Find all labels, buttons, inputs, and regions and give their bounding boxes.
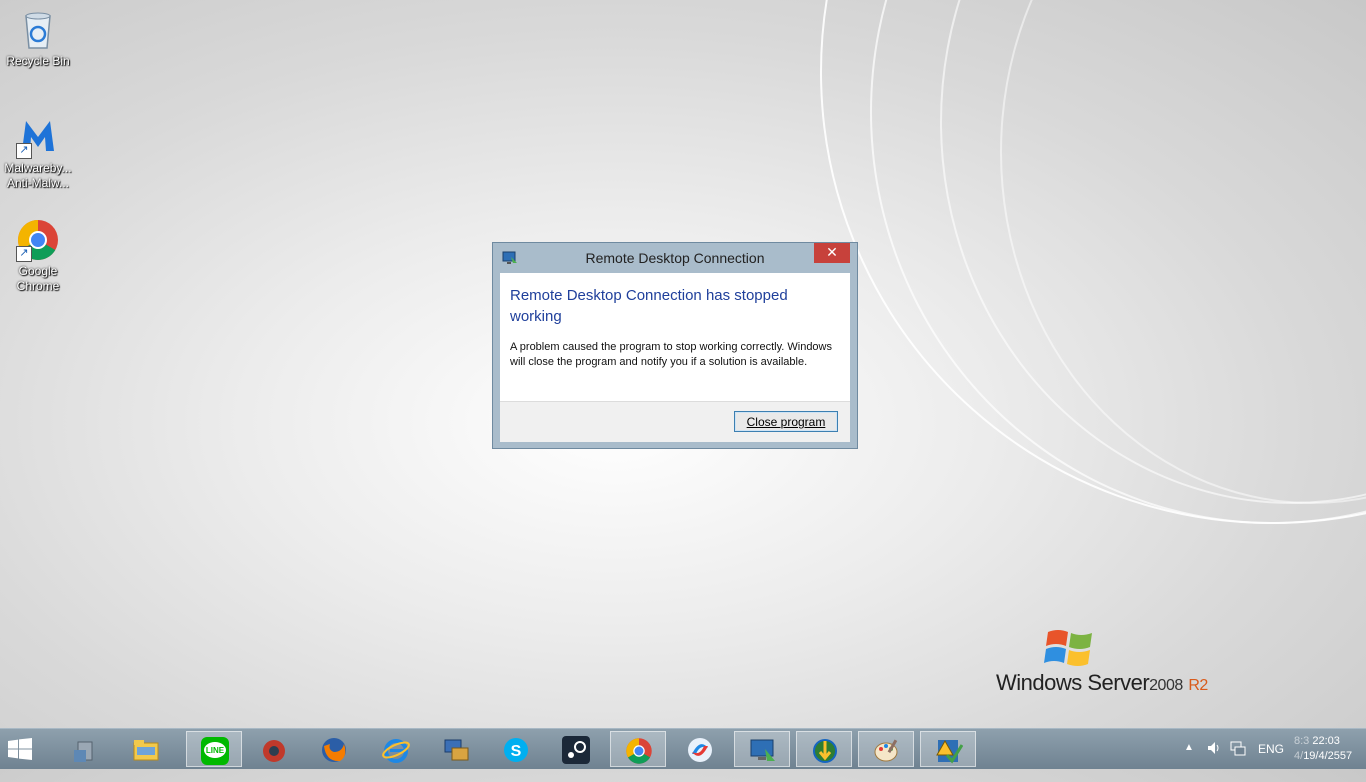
windows-server-branding: Windows Server2008 R2 [996,670,1208,696]
taskbar-paint[interactable] [858,731,914,767]
shortcut-arrow-icon: ↗ [16,143,32,159]
internet-explorer-icon [382,739,410,763]
skype-icon: S [504,738,528,762]
chrome-icon: ↗ [16,218,60,262]
taskbar-connection-app[interactable] [428,731,484,767]
paint-icon [874,739,898,762]
remote-desktop-icon [750,739,775,761]
start-button[interactable] [8,738,32,760]
taskbar-server-manager[interactable] [58,731,114,767]
desktop-icon-chrome[interactable]: ↗ Google Chrome [0,218,76,294]
swirl-app-icon [688,738,712,762]
clock[interactable]: 8:3 22:03 4/19/4/2557 [1294,734,1352,774]
desktop-icon-label: Recycle Bin [6,54,70,68]
taskbar: LINE S ▲ ENG 8:3 22:03 4/19/4/2557 [0,728,1366,769]
file-explorer-icon [133,740,159,761]
taskbar-swirl-app[interactable] [672,731,728,767]
taskbar-firefox[interactable] [306,731,362,767]
taskbar-chrome[interactable] [610,731,666,767]
desktop-icon-label: Malwareby... [4,161,72,175]
error-dialog: Remote Desktop Connection ✕ Remote Deskt… [492,242,858,449]
globe-download-icon [813,739,837,763]
taskbar-line[interactable]: LINE [186,731,242,767]
app-red-icon [263,740,285,762]
clock-time-partial: 8:3 [1294,735,1310,747]
server-manager-icon [74,741,93,762]
windows-flag-logo [1044,626,1096,670]
shortcut-arrow-icon: ↗ [16,246,32,262]
brand-version: 2008 [1149,677,1183,694]
taskbar-globe-download[interactable] [796,731,852,767]
desktop-icon-label: Google [18,264,58,278]
volume-icon[interactable] [1206,740,1222,780]
close-program-button[interactable]: Close program [734,411,838,432]
malwarebytes-icon: ↗ [16,115,60,159]
taskbar-file-explorer[interactable] [118,731,174,767]
desktop-icon-label: Chrome [16,279,60,293]
dialog-body: Remote Desktop Connection has stopped wo… [500,273,850,401]
show-hidden-icons-button[interactable]: ▲ [1184,742,1194,782]
firefox-icon [322,738,346,762]
taskbar-red-app[interactable] [246,731,302,767]
taskbar-remote-desktop[interactable] [734,731,790,767]
clock-time: 22:03 [1312,735,1340,747]
desktop-icon-label: Anti-Malw... [6,176,69,190]
svg-text:LINE: LINE [206,746,225,755]
desktop-icon-recycle-bin[interactable]: Recycle Bin [0,8,76,69]
taskbar-skype[interactable]: S [488,731,544,767]
brand-main: Windows Server [996,670,1150,695]
line-icon: LINE [201,737,229,765]
steam-icon [562,736,590,764]
desktop-icon-malwarebytes[interactable]: ↗ Malwareby... Anti-Malw... [0,115,76,191]
network-icon[interactable] [1230,740,1248,780]
dialog-message: A problem caused the program to stop wor… [510,341,832,368]
brand-edition: R2 [1188,677,1208,694]
taskbar-steam[interactable] [548,731,604,767]
dialog-footer: Close program [500,401,850,442]
clock-date: 19/4/2557 [1303,750,1353,762]
close-program-label: Close program [746,415,826,429]
close-button[interactable]: ✕ [814,243,850,263]
warning-checklist-icon [936,739,963,764]
svg-text:S: S [511,743,522,760]
windows-logo-icon [8,738,32,760]
chrome-icon [626,738,652,764]
taskbar-internet-explorer[interactable] [368,731,424,767]
dialog-title-bar[interactable]: Remote Desktop Connection ✕ [493,243,857,273]
language-indicator[interactable]: ENG [1258,742,1284,782]
recycle-bin-icon [16,8,60,52]
taskbar-warning-checklist[interactable] [920,731,976,767]
clock-date-partial: 4/ [1294,750,1304,762]
connection-app-icon [444,739,469,761]
dialog-heading: Remote Desktop Connection has stopped wo… [510,287,788,325]
dialog-title: Remote Desktop Connection [585,250,765,266]
